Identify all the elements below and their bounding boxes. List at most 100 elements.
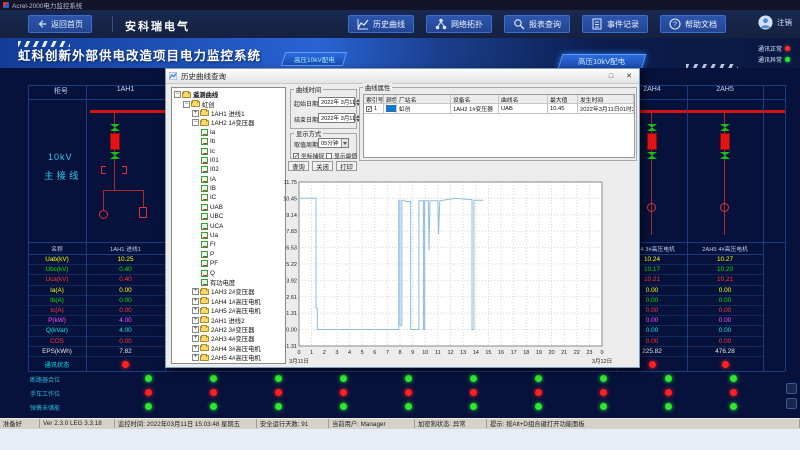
tree-item[interactable]: +1AH5 2#高压电机 xyxy=(172,306,285,315)
nav-event-record-button[interactable]: 事件记录 xyxy=(582,15,648,33)
expand-icon[interactable]: + xyxy=(192,317,199,324)
expand-icon[interactable]: + xyxy=(192,298,199,305)
breaker-symbol[interactable] xyxy=(110,133,120,150)
nav-report-query-button[interactable]: 报表查询 xyxy=(504,15,570,33)
comm-legend-item: 通讯正常 xyxy=(734,43,790,54)
svg-text:10: 10 xyxy=(422,350,428,356)
tree-item-label: IA xyxy=(210,176,216,183)
tree-item[interactable]: +1AH4 1#高压电机 xyxy=(172,297,285,306)
tree-item[interactable]: Ib xyxy=(172,137,285,146)
tree-item[interactable]: IB xyxy=(172,184,285,193)
page-tab[interactable]: 高压10kV配电 xyxy=(281,52,348,66)
nav-network-topology-button[interactable]: 网络拓扑 xyxy=(426,15,492,33)
tree-item[interactable]: +2AH2 3#变压器 xyxy=(172,325,285,334)
snap-checkbox-row[interactable]: 坐标捕捉 xyxy=(293,151,324,160)
tree-item[interactable]: UBC xyxy=(172,212,285,221)
expand-icon[interactable]: + xyxy=(192,335,199,342)
tree-item[interactable]: IC xyxy=(172,193,285,202)
tree-item[interactable]: I02 xyxy=(172,165,285,174)
props-header-cell[interactable]: 设备名 xyxy=(451,95,499,104)
dialog-titlebar[interactable]: 历史曲线查询 □ ✕ xyxy=(166,69,639,84)
dropdown-arrow-icon[interactable] xyxy=(341,139,348,147)
tree-item[interactable]: Q xyxy=(172,268,285,277)
dialog-icon xyxy=(169,72,177,80)
props-header-cell[interactable]: 颜色 xyxy=(384,95,397,104)
tree-item[interactable]: Fr xyxy=(172,240,285,249)
expand-icon[interactable]: − xyxy=(183,101,190,108)
tree-item[interactable]: +2AH5 4#高压电机 xyxy=(172,353,285,362)
period-dropdown[interactable]: 05分钟 xyxy=(318,138,349,148)
props-header-cell[interactable]: 曲线名 xyxy=(499,95,548,104)
tree-item[interactable]: IA xyxy=(172,175,285,184)
expand-icon[interactable]: + xyxy=(192,288,199,295)
curve-icon xyxy=(201,129,208,136)
snap-checkbox[interactable] xyxy=(293,153,299,159)
print-button[interactable]: 打印 xyxy=(336,161,357,171)
start-date-field[interactable]: 2022年 3月11 xyxy=(318,97,355,107)
logout-label[interactable]: 注销 xyxy=(777,17,792,28)
folder-icon xyxy=(200,317,209,323)
nav-label: 事件记录 xyxy=(607,19,639,30)
props-data-row[interactable]: 1虹创1AH2 1#变压器UAB10.452022年3月11日01时2 xyxy=(364,104,634,114)
props-header-cell[interactable]: 厂站名 xyxy=(397,95,451,104)
tree-item[interactable]: +2AH3 4#变压器 xyxy=(172,334,285,343)
tree-item[interactable]: +2AH1 进线2 xyxy=(172,315,285,324)
props-header-cell[interactable]: 索引号 xyxy=(364,95,384,104)
tree-item[interactable]: −虹创 xyxy=(172,99,285,108)
expand-icon[interactable]: + xyxy=(192,110,199,117)
expand-icon[interactable]: + xyxy=(192,354,199,361)
meas-cell: 10.25 xyxy=(86,255,165,265)
close-button[interactable]: 关闭 xyxy=(312,161,333,171)
side-tool-button[interactable] xyxy=(786,383,797,394)
tree-item[interactable]: UAB xyxy=(172,203,285,212)
props-header-cell[interactable]: 最大值 xyxy=(548,95,578,104)
side-tool-button[interactable] xyxy=(786,398,797,409)
tree-item[interactable]: P xyxy=(172,250,285,259)
nav-history-curve-button[interactable]: 历史曲线 xyxy=(348,15,414,33)
folder-icon xyxy=(191,101,200,107)
svg-text:0.00: 0.00 xyxy=(286,328,297,334)
user-box[interactable]: 注销 xyxy=(758,15,792,30)
tree-item[interactable]: UCA xyxy=(172,221,285,230)
signal-row-label: 弹簧未储能 xyxy=(30,400,90,414)
close-icon[interactable]: ✕ xyxy=(622,71,636,82)
signal-dot xyxy=(405,403,412,410)
tree-item[interactable]: PF xyxy=(172,259,285,268)
tree-item-label: 1AH1 进线1 xyxy=(211,109,245,118)
tree-item[interactable]: +2AH4 3#高压电机 xyxy=(172,344,285,353)
tree-item[interactable]: Ua xyxy=(172,231,285,240)
breaker-symbol[interactable] xyxy=(720,133,730,150)
extrema-checkbox-row[interactable]: 显示最值 xyxy=(326,151,357,160)
tree-item[interactable]: +1AH1 进线1 xyxy=(172,109,285,118)
tree-item[interactable]: −遥测曲线 xyxy=(172,90,285,99)
curve-checkbox[interactable] xyxy=(366,106,372,112)
query-button[interactable]: 查询 xyxy=(288,161,309,171)
page-badge[interactable]: 高压10kV配电 xyxy=(558,54,647,69)
tree-item-label: PF xyxy=(210,260,218,267)
breaker-symbol[interactable] xyxy=(647,133,657,150)
tree-item[interactable]: +1AH3 2#变压器 xyxy=(172,287,285,296)
maximize-icon[interactable]: □ xyxy=(604,71,618,82)
expand-icon[interactable]: + xyxy=(192,345,199,352)
curve-icon xyxy=(201,270,208,277)
folder-icon xyxy=(200,308,209,314)
svg-text:13: 13 xyxy=(460,350,466,356)
page-badge-label: 高压10kV配电 xyxy=(578,56,625,67)
tree-item[interactable]: I01 xyxy=(172,156,285,165)
expand-icon[interactable]: + xyxy=(192,307,199,314)
nav-help-doc-button[interactable]: ?帮助文档 xyxy=(660,15,726,33)
folder-icon xyxy=(200,355,209,361)
svg-text:5: 5 xyxy=(361,350,364,356)
end-date-field[interactable]: 2022年 3月11 xyxy=(318,113,355,123)
back-home-button[interactable]: 返回首页 xyxy=(28,15,92,33)
props-header-row: 索引号颜色厂站名设备名曲线名最大值发生时间 xyxy=(364,95,634,104)
extrema-checkbox[interactable] xyxy=(326,153,332,159)
expand-icon[interactable]: − xyxy=(174,91,181,98)
tree-item[interactable]: Ia xyxy=(172,128,285,137)
tree-item[interactable]: 有功电度 xyxy=(172,278,285,287)
expand-icon[interactable]: + xyxy=(192,326,199,333)
props-header-cell[interactable]: 发生时间 xyxy=(578,95,634,104)
tree-item[interactable]: −1AH2 1#变压器 xyxy=(172,118,285,127)
expand-icon[interactable]: − xyxy=(192,119,199,126)
tree-item[interactable]: Ic xyxy=(172,146,285,155)
